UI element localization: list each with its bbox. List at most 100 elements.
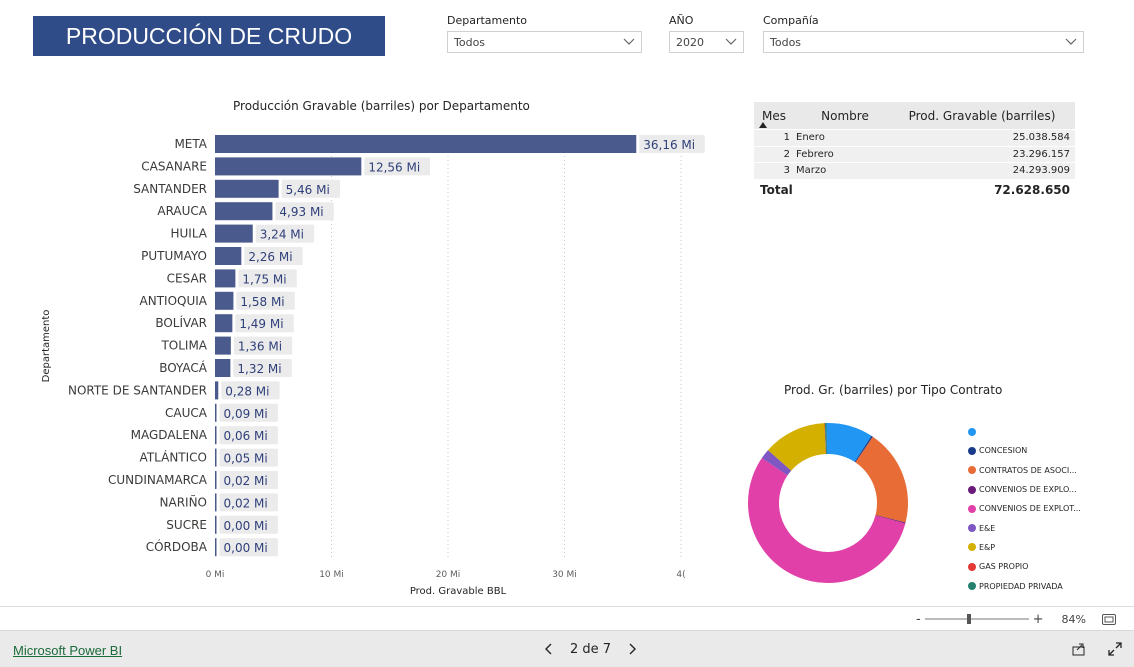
data-label: 0,02 Mi xyxy=(224,474,268,488)
data-label: 3,24 Mi xyxy=(260,228,304,242)
legend-item[interactable]: E&P xyxy=(968,538,1081,557)
matrix-header: Mes Nombre Prod. Gravable (barriles) xyxy=(754,102,1075,129)
x-axis-title: Prod. Gravable BBL xyxy=(410,586,507,597)
page-navigator: 2 de 7 xyxy=(538,639,643,659)
bar[interactable] xyxy=(215,202,273,221)
bar[interactable] xyxy=(215,179,279,198)
bar[interactable] xyxy=(215,269,236,288)
fit-to-page-icon[interactable] xyxy=(1102,613,1116,625)
data-label: 1,36 Mi xyxy=(238,340,282,354)
matrix-row[interactable]: 2 Febrero 23.296.157 xyxy=(754,145,1075,162)
bar[interactable] xyxy=(215,314,233,333)
matrix-cell-mes: 2 xyxy=(783,148,790,160)
legend-dot-icon xyxy=(968,582,976,591)
legend-dot-icon xyxy=(968,562,976,571)
zoom-out-button[interactable]: - xyxy=(916,612,921,627)
slicer-departamento-value: Todos xyxy=(454,35,486,49)
zoom-in-button[interactable]: + xyxy=(1033,612,1044,627)
legend-item[interactable]: PROPIEDAD PRIVADA xyxy=(968,576,1081,595)
chevron-right-icon[interactable] xyxy=(623,639,643,659)
bar-chart: 0 Mi 10 Mi 20 Mi 30 Mi 4(META 36,16 Mi CASANAR… xyxy=(41,135,705,597)
power-bi-link[interactable]: Microsoft Power BI xyxy=(13,643,122,658)
slicer-anio: AÑO 2020 xyxy=(669,13,744,53)
legend-item[interactable]: GAS PROPIO xyxy=(968,557,1081,576)
data-label: 4,93 Mi xyxy=(279,205,323,219)
bar[interactable] xyxy=(215,515,217,534)
legend-item[interactable]: CONTRATOS DE ASOCI... xyxy=(968,461,1081,480)
legend-dot-icon xyxy=(968,543,976,552)
legend-label: CONCESION xyxy=(979,446,1028,456)
legend-item[interactable]: CONCESION xyxy=(968,441,1081,460)
footer-bar: Microsoft Power BI 2 de 7 xyxy=(0,630,1134,667)
bar[interactable] xyxy=(215,291,234,310)
matrix-total-label: Total xyxy=(760,182,793,197)
matrix-cell-valor: 25.038.584 xyxy=(1012,132,1070,144)
legend-label: E&P xyxy=(979,542,996,552)
slicer-departamento-label: Departamento xyxy=(447,14,528,27)
matrix-header-nombre[interactable]: Nombre xyxy=(794,109,878,123)
data-label: 2,26 Mi xyxy=(248,250,292,264)
data-label: 0,09 Mi xyxy=(224,407,268,421)
legend-label: CONVENIOS DE EXPLO... xyxy=(979,485,1077,495)
legend-label: GAS PROPIO xyxy=(979,562,1029,572)
legend-dot-icon xyxy=(968,466,976,475)
bar[interactable] xyxy=(215,359,231,377)
chevron-down-icon xyxy=(1065,36,1077,48)
data-label: 0,02 Mi xyxy=(224,496,268,510)
matrix-rows: 1 Enero 25.038.584 2 Febrero 23.296.157 3 Marzo… xyxy=(754,129,1075,179)
y-tick-label: MAGDALENA xyxy=(131,428,208,442)
slicer-departamento-dropdown[interactable]: Todos xyxy=(447,31,642,53)
y-axis-title: Departamento xyxy=(41,310,52,383)
data-label: 5,46 Mi xyxy=(286,183,330,197)
legend-item[interactable] xyxy=(968,422,1081,441)
fullscreen-icon[interactable] xyxy=(1108,641,1122,660)
bar[interactable] xyxy=(215,157,362,176)
status-bar: - + 84% xyxy=(0,606,1134,630)
matrix-cell-nombre: Enero xyxy=(796,132,825,144)
zoom-slider-thumb[interactable] xyxy=(966,614,971,624)
legend-label: CONVENIOS DE EXPLOT... xyxy=(979,504,1081,514)
matrix-row[interactable]: 1 Enero 25.038.584 xyxy=(754,129,1075,146)
matrix-cell-nombre: Marzo xyxy=(796,165,827,177)
matrix-row[interactable]: 3 Marzo 24.293.909 xyxy=(754,162,1075,179)
bar[interactable] xyxy=(215,493,217,512)
bar[interactable] xyxy=(215,448,217,467)
bar[interactable] xyxy=(215,135,637,153)
chevron-left-icon[interactable] xyxy=(538,639,558,659)
zoom-slider[interactable] xyxy=(924,612,1029,626)
share-icon[interactable] xyxy=(1072,641,1086,660)
slicer-anio-dropdown[interactable]: 2020 xyxy=(669,31,744,53)
y-tick-label: CESAR xyxy=(167,271,207,285)
bar[interactable] xyxy=(215,381,219,400)
matrix-total-value: 72.628.650 xyxy=(994,182,1070,197)
bar[interactable] xyxy=(215,224,253,243)
y-tick-label: ARAUCA xyxy=(157,204,207,218)
legend-dot-icon xyxy=(968,504,976,513)
y-tick-label: PUTUMAYO xyxy=(141,249,207,263)
bar[interactable] xyxy=(215,426,217,445)
matrix-header-valor[interactable]: Prod. Gravable (barriles) xyxy=(878,109,1075,123)
y-tick-label: BOLÍVAR xyxy=(155,315,207,330)
bar[interactable] xyxy=(215,538,217,557)
legend-item[interactable]: CONVENIOS DE EXPLO... xyxy=(968,480,1081,499)
legend-item[interactable]: E&E xyxy=(968,518,1081,537)
y-tick-label: CAUCA xyxy=(165,406,208,420)
slicer-departamento: Departamento Todos xyxy=(447,13,642,53)
bar[interactable] xyxy=(215,403,217,422)
y-tick-label: CASANARE xyxy=(141,159,207,173)
legend-item[interactable]: CONVENIOS DE EXPLOT... xyxy=(968,499,1081,518)
y-tick-label: ATLÁNTICO xyxy=(140,450,207,465)
slicer-compania-dropdown[interactable]: Todos xyxy=(763,31,1084,53)
slicer-anio-value: 2020 xyxy=(676,35,704,49)
x-tick-label: 30 Mi xyxy=(552,570,577,580)
data-label: 1,58 Mi xyxy=(240,295,284,309)
bar[interactable] xyxy=(215,247,242,265)
y-tick-label: SUCRE xyxy=(166,518,207,532)
data-label: 12,56 Mi xyxy=(368,160,420,174)
bar[interactable] xyxy=(215,471,217,489)
bar[interactable] xyxy=(215,336,231,355)
data-label: 0,28 Mi xyxy=(225,384,269,398)
zoom-control: - + 84% xyxy=(916,607,1134,631)
zoom-percent: 84% xyxy=(1061,612,1086,626)
data-label: 36,16 Mi xyxy=(643,138,695,152)
